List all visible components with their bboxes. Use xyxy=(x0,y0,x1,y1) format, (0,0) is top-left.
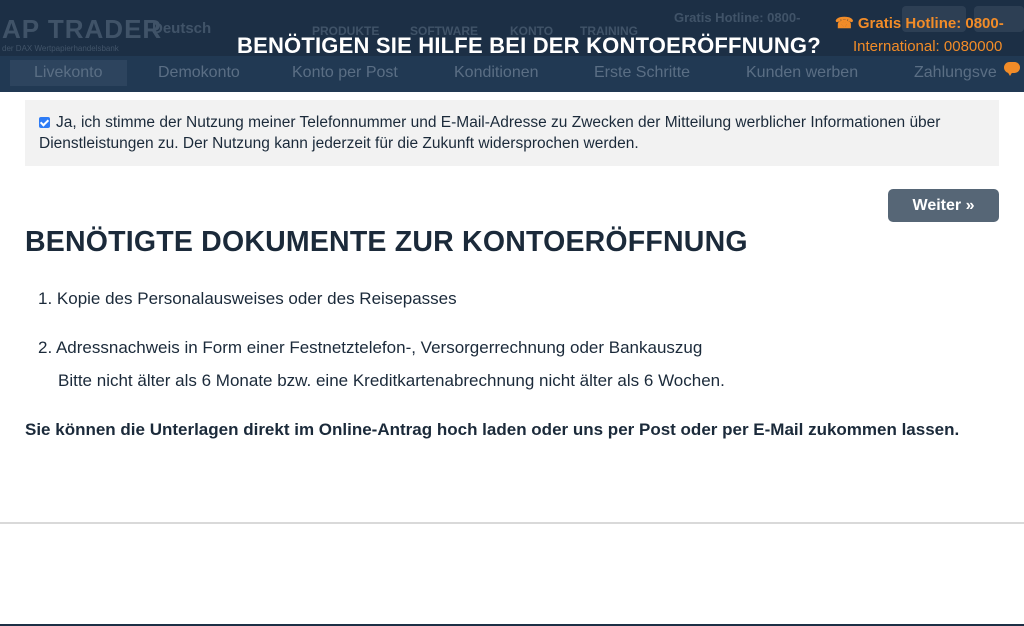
help-banner-title: BENÖTIGEN SIE HILFE BEI DER KONTOERÖFFNU… xyxy=(237,33,821,58)
consent-text: Ja, ich stimme der Nutzung meiner Telefo… xyxy=(39,114,941,152)
sub-navigation: Livekonto Demokonto Konto per Post Kondi… xyxy=(0,56,1024,92)
weiter-button[interactable]: Weiter » xyxy=(888,189,999,222)
subnav-kunden-werben: Kunden werben xyxy=(746,64,859,81)
subnav-zahlungsverkehr: Zahlungsve xyxy=(914,64,997,81)
list-item-note: Bitte nicht älter als 6 Monate bzw. eine… xyxy=(58,371,725,390)
background-hotline: Gratis Hotline: 0800- xyxy=(674,10,801,25)
upload-note: Sie können die Unterlagen direkt im Onli… xyxy=(25,420,960,439)
section-divider xyxy=(0,522,1024,524)
subnav-erste-schritte: Erste Schritte xyxy=(594,64,691,81)
language-selector: Deutsch xyxy=(152,20,212,37)
chat-icon[interactable] xyxy=(1004,62,1020,76)
consent-checkbox[interactable] xyxy=(39,117,50,128)
consent-box: Ja, ich stimme der Nutzung meiner Telefo… xyxy=(25,100,999,166)
international-hotline-link[interactable]: International: 0080000 xyxy=(853,38,1002,55)
documents-heading: BENÖTIGTE DOKUMENTE ZUR KONTOERÖFFNUNG xyxy=(25,226,748,258)
subnav-livekonto: Livekonto xyxy=(10,60,127,86)
subnav-demokonto: Demokonto xyxy=(158,64,240,81)
subnav-konto-per-post: Konto per Post xyxy=(292,64,398,81)
list-item: 2. Adressnachweis in Form einer Festnetz… xyxy=(38,338,703,357)
list-item: 1. Kopie des Personalausweises oder des … xyxy=(38,289,457,308)
top-header: AP TRADER der DAX Wertpapierhandelsbank … xyxy=(0,0,1024,92)
brand-logo: AP TRADER xyxy=(2,14,163,44)
subnav-konditionen: Konditionen xyxy=(454,64,539,81)
hotline-link[interactable]: ☎ Gratis Hotline: 0800- xyxy=(835,14,1004,32)
brand-tagline: der DAX Wertpapierhandelsbank xyxy=(2,44,119,53)
